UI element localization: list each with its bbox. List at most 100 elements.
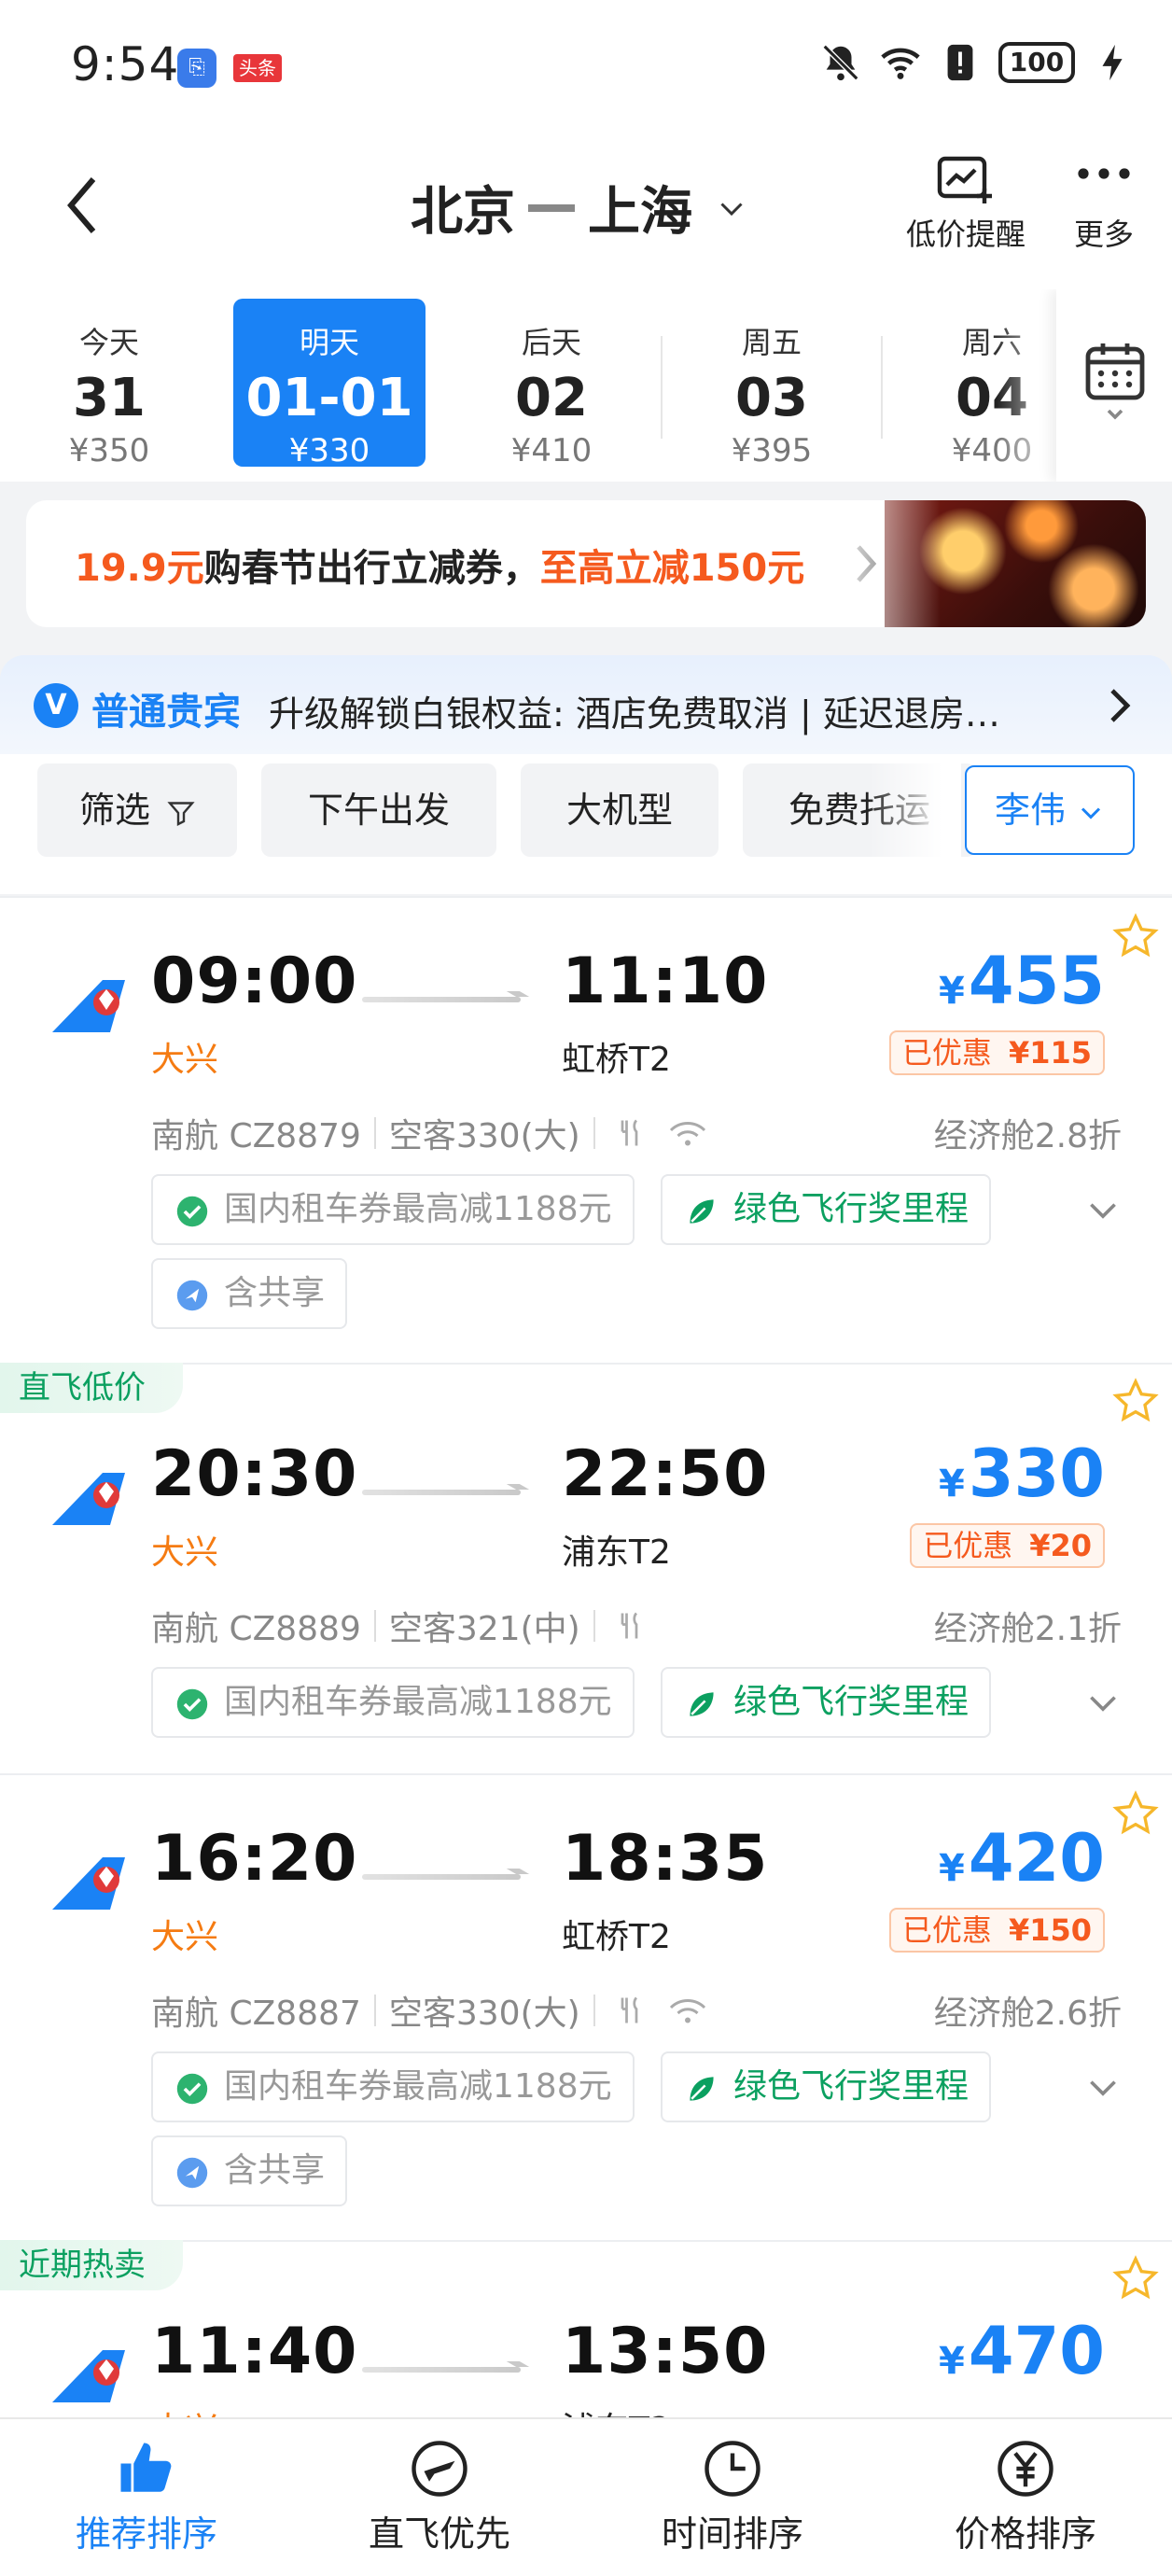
vip-bar[interactable]: V 普通贵宾 升级解锁白银权益: 酒店免费取消 | 延迟退房… bbox=[0, 655, 1172, 754]
star-icon[interactable] bbox=[1112, 1790, 1159, 1837]
currency-symbol: ¥ bbox=[939, 1847, 965, 1890]
date-day: 01-01 bbox=[245, 368, 413, 428]
sort-label: 时间排序 bbox=[661, 2513, 803, 2555]
date-price: ¥410 bbox=[510, 432, 593, 469]
departure-airport: 大兴 bbox=[151, 2402, 218, 2417]
china-southern-logo-icon bbox=[52, 1473, 125, 1525]
sort-label: 推荐排序 bbox=[75, 2513, 217, 2555]
green-miles-tag[interactable]: 绿色飞行奖里程 bbox=[661, 2051, 992, 2122]
date-price: ¥395 bbox=[731, 432, 813, 469]
price-value: 470 bbox=[968, 2313, 1105, 2389]
promo-text: 19.9元购春节出行立减券，至高立减150元 bbox=[75, 538, 804, 592]
rental-coupon-tag[interactable]: 国内租车券最高减1188元 bbox=[151, 1667, 635, 1738]
status-bar: 9:54 ⎘ 头条 100 bbox=[0, 0, 1172, 131]
filter-chip[interactable]: 下午出发 bbox=[261, 763, 496, 857]
sort-label: 直飞优先 bbox=[368, 2513, 510, 2555]
route-selector[interactable]: 北京 上海 bbox=[411, 170, 748, 245]
chevron-down-icon[interactable] bbox=[1086, 1686, 1120, 1719]
aircraft-type: 空客321(中) bbox=[388, 1610, 580, 1648]
filter-chip[interactable]: 大机型 bbox=[521, 763, 719, 857]
date-tab-selected[interactable]: 明天 01-01 ¥330 bbox=[233, 299, 426, 469]
departure-airport: 大兴 bbox=[151, 1918, 219, 1956]
date-weekday: 明天 bbox=[299, 325, 359, 360]
shared-flight-tag[interactable]: 含共享 bbox=[151, 1258, 348, 1329]
arrival-airport: 虹桥T2 bbox=[562, 1041, 671, 1079]
departure-time: 11:40 bbox=[151, 2315, 358, 2388]
filter-chip[interactable]: 筛选 bbox=[37, 763, 237, 857]
date-price: ¥330 bbox=[288, 432, 370, 469]
green-miles-tag[interactable]: 绿色飞行奖里程 bbox=[661, 1667, 992, 1738]
route-arrow-icon bbox=[528, 203, 575, 212]
sort-time[interactable]: 时间排序 bbox=[586, 2438, 879, 2556]
departure-time: 20:30 bbox=[151, 1437, 358, 1511]
date-tab[interactable]: 后天 02 ¥410 bbox=[455, 299, 648, 469]
price-alert-button[interactable]: 低价提醒 bbox=[896, 155, 1036, 254]
battery-indicator: 100 bbox=[998, 42, 1075, 83]
departure-airport: 大兴 bbox=[151, 1533, 219, 1572]
meal-icon bbox=[621, 1119, 638, 1146]
china-southern-logo-icon bbox=[52, 1857, 125, 1910]
origin-city: 北京 bbox=[411, 182, 515, 243]
filter-bar: 筛选 下午出发 大机型 免费托运 李伟 bbox=[0, 754, 1172, 894]
arrival-time: 11:10 bbox=[562, 945, 769, 1018]
flight-meta: 南航 CZ8889 空客321(中) bbox=[151, 1602, 648, 1650]
sort-nonstop[interactable]: 直飞优先 bbox=[293, 2438, 586, 2556]
shared-flight-tag[interactable]: 含共享 bbox=[151, 2135, 348, 2206]
date-tab[interactable]: 今天 31 ¥350 bbox=[13, 299, 205, 469]
star-icon[interactable] bbox=[1112, 913, 1159, 959]
miles-text: 绿色飞行奖里程 bbox=[733, 2067, 970, 2106]
meal-icon bbox=[621, 1612, 638, 1639]
flight-meta: 南航 CZ8879 空客330(大) bbox=[151, 1109, 709, 1157]
passenger-selector[interactable]: 李伟 bbox=[965, 765, 1135, 855]
shared-text: 含共享 bbox=[224, 1274, 326, 1312]
discount-badge: 已优惠 ¥115 bbox=[888, 1030, 1105, 1075]
clock-icon bbox=[705, 2441, 760, 2497]
sort-recommended[interactable]: 推荐排序 bbox=[0, 2438, 293, 2556]
promo-banner[interactable]: 19.9元购春节出行立减券，至高立减150元 bbox=[26, 500, 1146, 627]
chevron-down-icon bbox=[720, 202, 743, 216]
rental-coupon-tag[interactable]: 国内租车券最高减1188元 bbox=[151, 2051, 635, 2122]
divider bbox=[881, 336, 883, 439]
coupon-text: 国内租车券最高减1188元 bbox=[224, 2067, 612, 2106]
miles-text: 绿色飞行奖里程 bbox=[733, 1683, 970, 1721]
price-value: 455 bbox=[968, 943, 1105, 1019]
flight-card[interactable]: 近期热卖 11:40 13:50 ¥470 大兴 浦东T2 bbox=[0, 2240, 1172, 2417]
filter-chip-label: 筛选 bbox=[78, 790, 150, 831]
arrival-time: 18:35 bbox=[562, 1822, 769, 1896]
promo-highlight: 至高立减150元 bbox=[539, 547, 805, 590]
thumbs-up-icon bbox=[120, 2443, 172, 2492]
filter-fade bbox=[868, 754, 961, 875]
date-tabs: 今天 31 ¥350 明天 01-01 ¥330 后天 02 ¥410 周五 0… bbox=[0, 289, 1172, 482]
sort-price[interactable]: 价格排序 bbox=[879, 2438, 1172, 2556]
chevron-down-icon[interactable] bbox=[1086, 2070, 1120, 2104]
chevron-right-icon bbox=[1110, 689, 1131, 722]
plane-circle-icon bbox=[176, 2157, 208, 2189]
flight-price: ¥330 bbox=[939, 1435, 1105, 1512]
funnel-icon bbox=[167, 801, 195, 826]
arrival-time: 13:50 bbox=[562, 2315, 769, 2388]
wifi-icon bbox=[881, 48, 920, 79]
flight-tag: 直飞低价 bbox=[0, 1363, 183, 1413]
alert-icon bbox=[947, 44, 973, 81]
chevron-down-icon[interactable] bbox=[1086, 1193, 1120, 1226]
calendar-button[interactable] bbox=[1056, 289, 1172, 482]
more-button[interactable]: 更多 bbox=[1034, 155, 1172, 254]
vip-level: 普通贵宾 bbox=[91, 691, 241, 734]
wifi-icon bbox=[669, 1999, 705, 2023]
discount-badge: 已优惠 ¥20 bbox=[910, 1523, 1105, 1568]
aircraft-type: 空客330(大) bbox=[388, 1117, 580, 1155]
arrival-airport: 虹桥T2 bbox=[562, 1918, 671, 1956]
flight-card[interactable]: 09:00 11:10 ¥455 大兴 虹桥T2 已优惠 ¥115 南航 CZ88… bbox=[0, 896, 1172, 1363]
flight-duration-line bbox=[362, 997, 521, 1002]
date-tab[interactable]: 周五 03 ¥395 bbox=[676, 299, 868, 469]
vip-benefits-text: 升级解锁白银权益: 酒店免费取消 | 延迟退房… bbox=[269, 693, 1000, 735]
star-icon[interactable] bbox=[1112, 1378, 1159, 1424]
back-button[interactable] bbox=[56, 168, 112, 243]
green-miles-tag[interactable]: 绿色飞行奖里程 bbox=[661, 1174, 992, 1245]
flight-card[interactable]: 直飞低价 20:30 22:50 ¥330 大兴 浦东T2 已优惠 ¥20 南航 … bbox=[0, 1363, 1172, 1773]
rental-coupon-tag[interactable]: 国内租车券最高减1188元 bbox=[151, 1174, 635, 1245]
flight-card[interactable]: 16:20 18:35 ¥420 大兴 虹桥T2 已优惠 ¥150 南航 CZ88… bbox=[0, 1773, 1172, 2240]
flight-duration-line bbox=[362, 1490, 521, 1495]
star-icon[interactable] bbox=[1112, 2255, 1159, 2302]
departure-time: 09:00 bbox=[151, 945, 358, 1018]
